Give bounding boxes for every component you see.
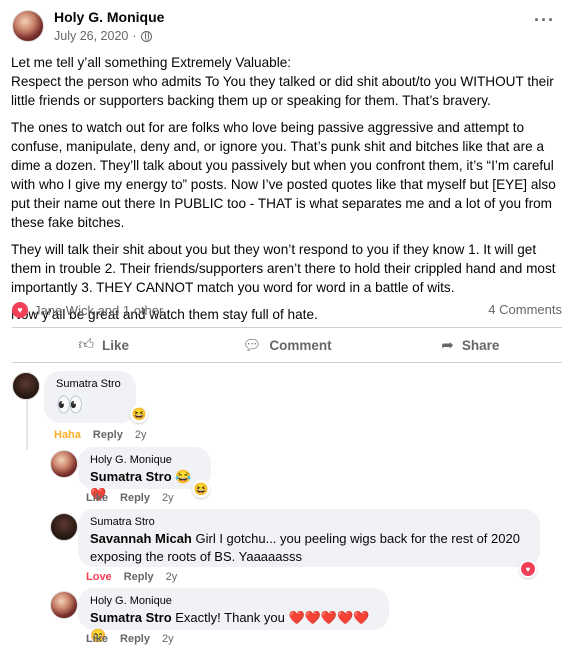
- love-reaction-icon[interactable]: ♥: [519, 560, 537, 578]
- comment-bubble: Holy G. Monique Sumatra Stro 😂❤️: [78, 447, 211, 502]
- comment-text: Savannah Micah Girl I gotchu... you peel…: [90, 530, 528, 566]
- haha-reaction-link[interactable]: Haha: [54, 429, 81, 441]
- comment-author[interactable]: Sumatra Stro: [90, 516, 528, 528]
- comment-actions: Like Reply 2y: [86, 633, 174, 645]
- post-paragraph: The ones to watch out for are folks who …: [11, 120, 556, 230]
- reactions-text[interactable]: Jane Wick and 1 other: [34, 303, 163, 318]
- speech-bubble-icon: 💬︎: [242, 337, 262, 354]
- comment-time[interactable]: 2y: [166, 571, 178, 583]
- comment-mention[interactable]: Sumatra Stro: [90, 469, 172, 484]
- share-label: Share: [461, 337, 500, 353]
- commenter-avatar[interactable]: [50, 450, 78, 478]
- comment-bubble: Holy G. Monique Sumatra Stro Exactly! Th…: [78, 588, 389, 643]
- post-date[interactable]: July 26, 2020: [54, 29, 128, 43]
- reply-link[interactable]: Reply: [124, 571, 154, 583]
- share-button[interactable]: ➦ Share: [379, 330, 562, 360]
- comment-author[interactable]: Holy G. Monique: [90, 454, 199, 466]
- like-link[interactable]: Like: [86, 492, 108, 504]
- like-label: Like: [102, 337, 130, 353]
- thread-line: [26, 400, 28, 450]
- commenter-avatar[interactable]: [50, 591, 78, 619]
- commenter-avatar[interactable]: [50, 513, 78, 541]
- comment-bubble: Sumatra Stro 👀: [44, 371, 136, 423]
- comment-button[interactable]: 💬︎ Comment: [195, 330, 378, 360]
- globe-icon: [140, 30, 152, 42]
- comment-text: 👀: [56, 392, 84, 417]
- comment-time[interactable]: 2y: [135, 429, 147, 441]
- reply-link[interactable]: Reply: [93, 429, 123, 441]
- comment-time[interactable]: 2y: [162, 633, 174, 645]
- commenter-avatar[interactable]: [12, 372, 40, 400]
- divider: [12, 327, 562, 328]
- post-header: Holy G. Monique July 26, 2020 · ···: [12, 8, 563, 48]
- post-stats: ♥ Jane Wick and 1 other 4 Comments: [12, 302, 562, 322]
- divider: [12, 362, 562, 363]
- comment-time[interactable]: 2y: [162, 492, 174, 504]
- reply-link[interactable]: Reply: [120, 633, 150, 645]
- love-reaction-icon: ♥: [12, 302, 28, 318]
- haha-reaction-icon[interactable]: 😆: [192, 480, 210, 498]
- comments-count[interactable]: 4 Comments: [488, 302, 562, 317]
- meta-separator: ·: [132, 29, 137, 43]
- love-reaction-link[interactable]: Love: [86, 571, 112, 583]
- thumbs-up-icon: 👍︎: [78, 336, 94, 353]
- comment-author[interactable]: Sumatra Stro: [56, 378, 124, 390]
- haha-reaction-icon[interactable]: 😆: [130, 405, 148, 423]
- comment-author[interactable]: Holy G. Monique: [90, 595, 377, 607]
- share-arrow-icon: ➦: [441, 337, 454, 354]
- post-author[interactable]: Holy G. Monique: [54, 9, 164, 25]
- post-paragraph: Let me tell y’all something Extremely Va…: [11, 55, 554, 108]
- like-link[interactable]: Like: [86, 633, 108, 645]
- post-paragraph: They will talk their shit about you but …: [11, 242, 556, 295]
- comment-actions: Like Reply 2y: [86, 492, 174, 504]
- author-avatar[interactable]: [12, 10, 44, 42]
- post-body: Let me tell y’all something Extremely Va…: [11, 53, 566, 332]
- comment-mention[interactable]: Savannah Micah: [90, 531, 192, 546]
- reply-link[interactable]: Reply: [120, 492, 150, 504]
- comment-bubble: Sumatra Stro Savannah Micah Girl I gotch…: [78, 509, 540, 567]
- comment-actions: Haha Reply 2y: [54, 429, 147, 441]
- like-button[interactable]: 👍︎ Like: [12, 330, 195, 360]
- more-options-icon[interactable]: ···: [534, 11, 555, 29]
- comment-label: Comment: [269, 337, 332, 353]
- comment-mention[interactable]: Sumatra Stro: [90, 610, 172, 625]
- comment-actions: Love Reply 2y: [86, 571, 177, 583]
- post-meta: July 26, 2020 ·: [54, 29, 152, 43]
- reactions-summary[interactable]: ♥ Jane Wick and 1 other: [12, 302, 163, 318]
- post-actions: 👍︎ Like 💬︎ Comment ➦ Share: [12, 330, 562, 360]
